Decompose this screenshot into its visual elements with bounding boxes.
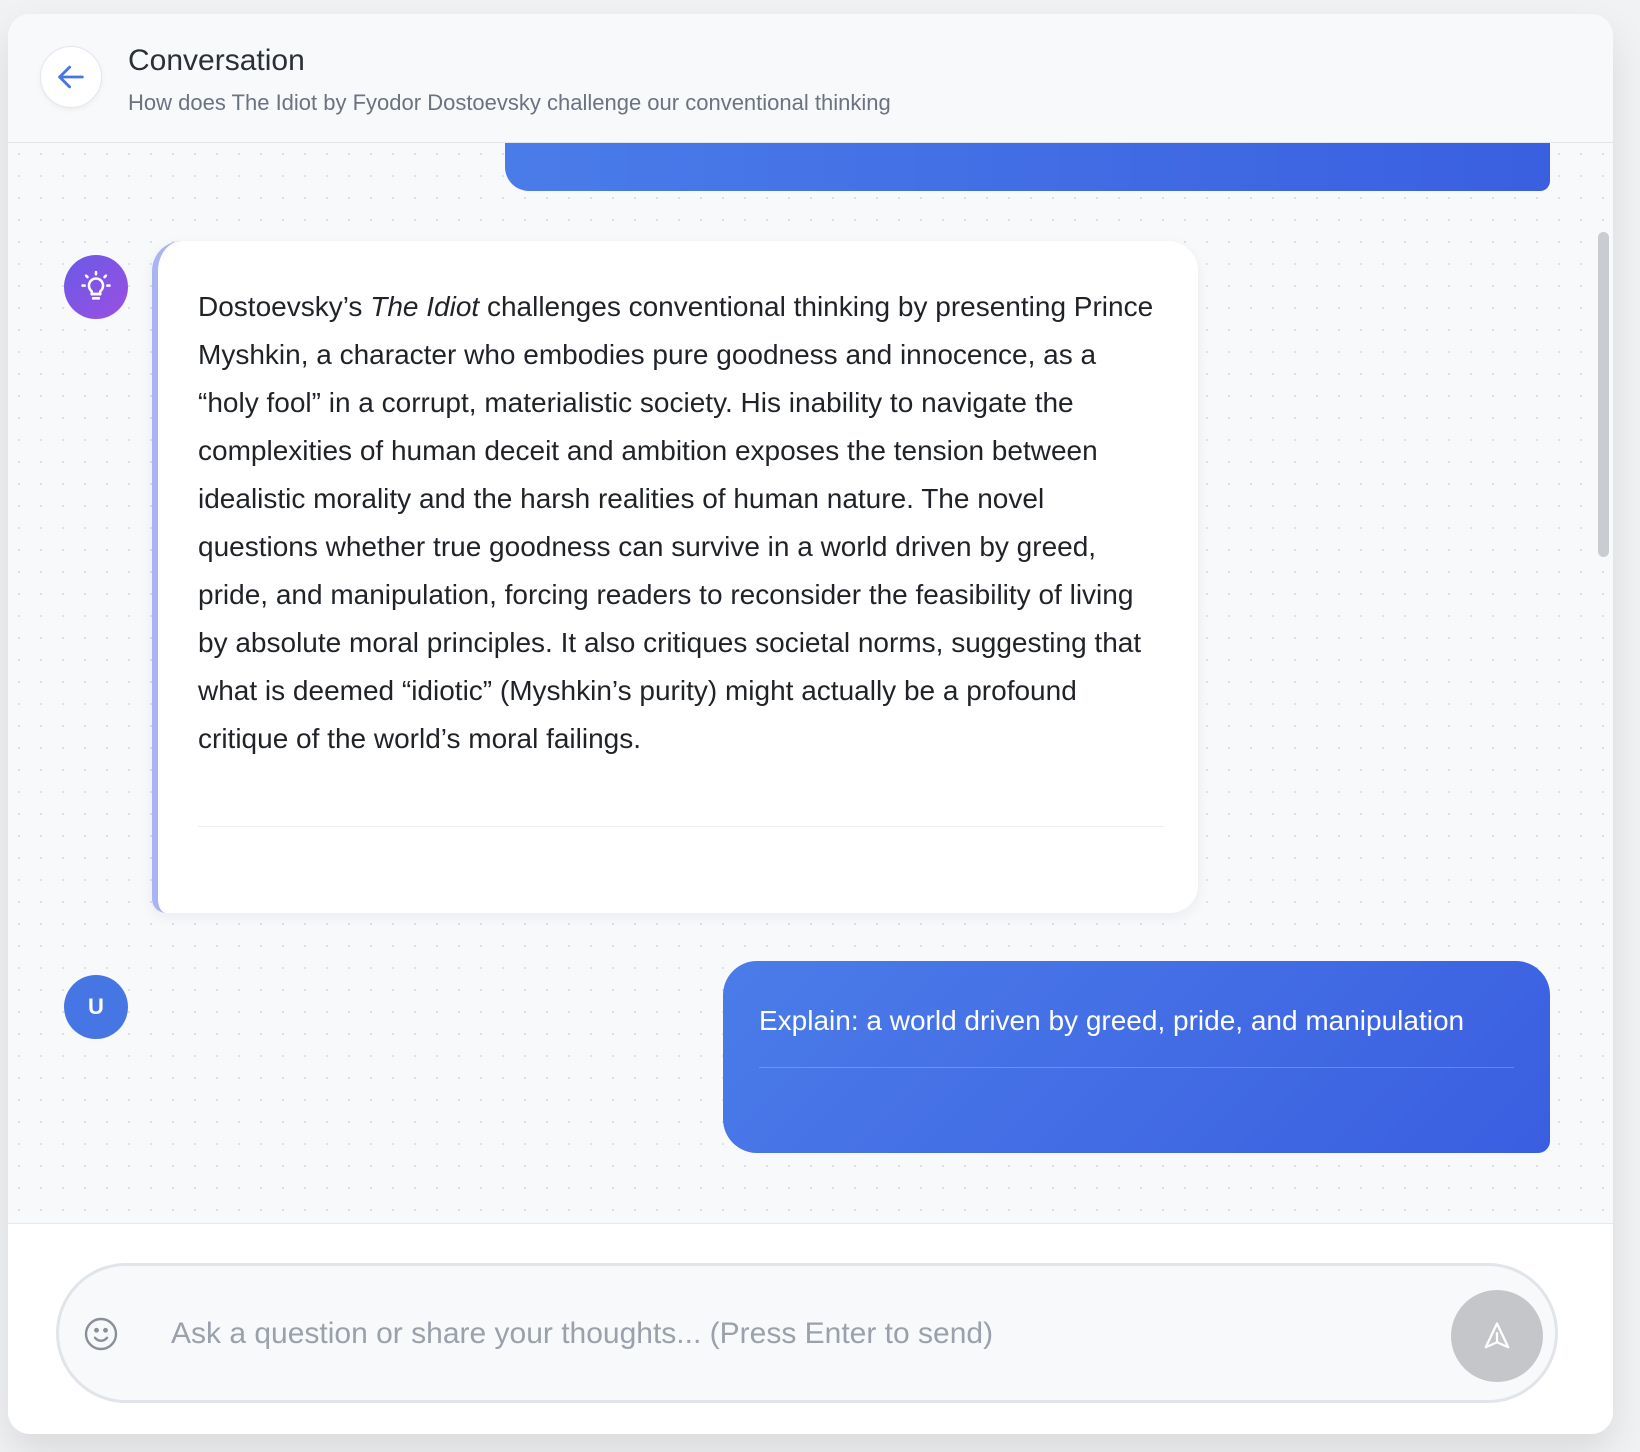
page-title: Conversation — [128, 44, 305, 77]
composer-input-container — [56, 1263, 1558, 1403]
assistant-text-after-title: challenges conventional thinking by pres… — [198, 291, 1154, 754]
message-input[interactable] — [169, 1298, 1393, 1370]
assistant-avatar — [64, 255, 128, 319]
message-divider — [198, 826, 1164, 827]
user-message-text: Explain: a world driven by greed, pride,… — [759, 1005, 1465, 1036]
message-composer — [8, 1223, 1613, 1434]
assistant-message-text: Dostoevsky’s The Idiot challenges conven… — [198, 283, 1158, 763]
assistant-message-bubble: Dostoevsky’s The Idiot challenges conven… — [152, 241, 1198, 913]
book-title: The Idiot — [370, 291, 480, 322]
message-divider — [759, 1067, 1514, 1068]
back-button[interactable] — [40, 46, 102, 108]
conversation-header: Conversation How does The Idiot by Fyodo… — [8, 14, 1613, 143]
conversation-window: Conversation How does The Idiot by Fyodo… — [8, 14, 1613, 1434]
user-message-bubble-partial — [505, 143, 1550, 191]
user-message-bubble: Explain: a world driven by greed, pride,… — [723, 961, 1550, 1153]
scrollbar-thumb[interactable] — [1598, 232, 1609, 557]
conversation-subtitle: How does The Idiot by Fyodor Dostoevsky … — [128, 90, 891, 115]
emoji-button[interactable] — [83, 1316, 119, 1352]
send-button[interactable] — [1451, 1290, 1543, 1382]
message-list[interactable]: Dostoevsky’s The Idiot challenges conven… — [8, 143, 1613, 1223]
lightbulb-icon — [81, 270, 111, 300]
user-avatar: U — [64, 975, 128, 1039]
send-icon — [1484, 1322, 1510, 1349]
arrow-left-icon — [58, 65, 84, 89]
assistant-text-before-title: Dostoevsky’s — [198, 291, 371, 322]
smiley-icon — [84, 1317, 118, 1351]
